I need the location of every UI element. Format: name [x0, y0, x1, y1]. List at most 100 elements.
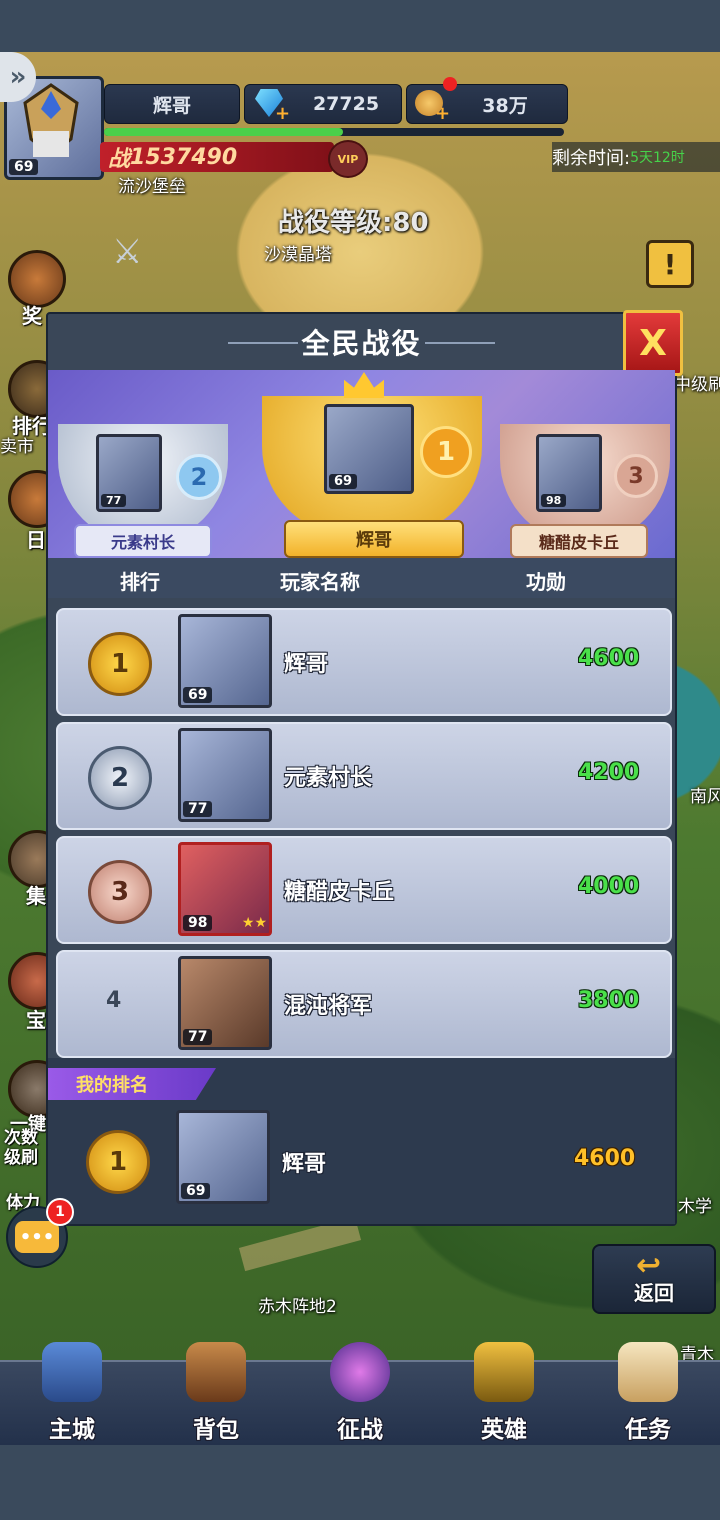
row-level: 69: [183, 687, 213, 703]
row-avatar[interactable]: 98 ★★: [178, 842, 272, 936]
add-gold-icon[interactable]: +: [435, 103, 450, 124]
my-player-name: 辉哥: [282, 1152, 327, 1177]
side-label-daily: 日: [26, 528, 46, 552]
player-level: 69: [9, 159, 39, 175]
row-level: 77: [183, 1029, 213, 1045]
table-row[interactable]: 2 77 元素村长 4200: [56, 722, 672, 830]
row-avatar[interactable]: 77: [178, 728, 272, 822]
map-label-wood-school[interactable]: 木学: [678, 1192, 712, 1217]
nav-battle[interactable]: 征战: [288, 1342, 432, 1448]
back-button[interactable]: ↩ 返回: [592, 1244, 716, 1314]
header-merit: 功勋: [526, 570, 566, 594]
crossed-swords-icon: ⚔: [112, 232, 143, 272]
row-level: 77: [183, 801, 213, 817]
exp-bar-fill: [104, 128, 344, 136]
nav-label-quest: 任务: [625, 1417, 671, 1443]
ranking-list[interactable]: 1 69 辉哥 4600 2 77 元素村长 4200 3 98 ★★ 糖醋皮卡丘…: [48, 598, 675, 1058]
nav-hero[interactable]: 英雄: [432, 1342, 576, 1448]
map-label-desert-tower[interactable]: 沙漠晶塔: [264, 240, 332, 265]
rank-2-badge-icon: 2: [176, 454, 222, 500]
player-name: 辉哥: [152, 94, 191, 117]
bottom-nav: 主城 背包 征战 英雄 任务: [0, 1342, 720, 1448]
gold-medal-icon: 1: [88, 632, 152, 696]
map-label-south[interactable]: 南风: [690, 782, 720, 807]
portal-icon: [330, 1342, 390, 1402]
nav-label-battle: 征战: [337, 1417, 383, 1443]
remaining-time: 剩余时间: 5天12时: [552, 142, 720, 172]
back-label: 返回: [634, 1281, 674, 1305]
rank-1-badge-icon: 1: [420, 426, 472, 478]
table-row[interactable]: 1 69 辉哥 4600: [56, 608, 672, 716]
gold-count: 38万: [482, 94, 528, 117]
podium-avatar-2[interactable]: 77: [96, 434, 162, 512]
podium-name-2: 元素村长: [74, 524, 212, 558]
diamond-box[interactable]: + 27725: [244, 84, 402, 124]
nav-main-city[interactable]: 主城: [0, 1342, 144, 1448]
diamond-count: 27725: [312, 93, 380, 115]
my-avatar[interactable]: 69: [176, 1110, 270, 1204]
table-row[interactable]: 4 77 混沌将军 3800: [56, 950, 672, 1058]
power-value: 1537490: [130, 144, 238, 170]
map-label-red-wood[interactable]: 赤木阵地2: [258, 1292, 337, 1317]
row-player-name: 糖醋皮卡丘: [284, 880, 395, 905]
castle-icon: [42, 1342, 102, 1402]
title-decoration-right: [425, 342, 495, 344]
star-rating-icon: ★★: [241, 915, 267, 931]
alert-icon[interactable]: !: [646, 240, 694, 288]
gold-medal-icon: 1: [86, 1130, 150, 1194]
helmet-icon: [474, 1342, 534, 1402]
vip-label: VIP: [337, 152, 359, 166]
power-prefix: 战: [108, 147, 131, 172]
row-merit: 4600: [578, 646, 640, 671]
my-rank-panel: 我的排名 1 69 辉哥 4600: [48, 1058, 675, 1224]
remaining-label: 剩余时间:: [552, 148, 631, 169]
row-player-name: 辉哥: [284, 652, 329, 677]
podium-avatar-1[interactable]: 69: [324, 404, 414, 494]
side-label-collect: 集: [26, 884, 46, 908]
dialog-title: 全民战役: [48, 314, 675, 370]
podium-level-3: 98: [541, 494, 567, 507]
chat-icon: •••: [15, 1221, 59, 1253]
title-decoration-left: [228, 342, 298, 344]
my-level: 69: [181, 1183, 211, 1199]
nav-backpack[interactable]: 背包: [144, 1342, 288, 1448]
row-player-name: 元素村长: [284, 766, 373, 791]
podium-avatar-3[interactable]: 98: [536, 434, 602, 512]
row-level: 98: [183, 915, 213, 931]
header-rank: 排行: [120, 570, 160, 594]
nav-label-backpack: 背包: [193, 1417, 239, 1443]
crown-icon: [344, 372, 384, 398]
podium-banner: 77 2 元素村长 69 1 辉哥 98 3 糖醋皮卡丘: [48, 370, 675, 558]
campaign-level-label: 战役等级:80: [278, 208, 429, 238]
vip-icon[interactable]: VIP: [328, 140, 368, 178]
close-icon: X: [639, 322, 667, 364]
exp-bar: [104, 128, 564, 136]
player-name-box: 辉哥: [104, 84, 240, 124]
silver-medal-icon: 2: [88, 746, 152, 810]
add-diamond-icon[interactable]: +: [275, 103, 290, 124]
podium-level-1: 69: [329, 474, 358, 489]
close-button[interactable]: X: [623, 310, 683, 376]
map-label-sand-fort: 流沙堡垒: [118, 177, 186, 197]
backpack-icon: [186, 1342, 246, 1402]
my-rank-tag: 我的排名: [48, 1068, 216, 1100]
row-merit: 3800: [578, 988, 640, 1013]
combat-power: 战 1537490: [100, 142, 334, 172]
podium-level-2: 77: [101, 494, 127, 507]
nav-quest[interactable]: 任务: [576, 1342, 720, 1448]
row-merit: 4200: [578, 760, 640, 785]
side-label-reward: 奖: [22, 304, 42, 328]
row-avatar[interactable]: 77: [178, 956, 272, 1050]
gold-box[interactable]: + 38万: [406, 77, 568, 124]
table-row[interactable]: 3 98 ★★ 糖醋皮卡丘 4000: [56, 836, 672, 944]
bronze-medal-icon: 3: [88, 860, 152, 924]
ranking-table-header: 排行 玩家名称 功勋: [48, 558, 675, 598]
scroll-icon: [618, 1342, 678, 1402]
my-rank-label: 我的排名: [76, 1075, 148, 1096]
side-label-treasure: 宝: [26, 1008, 46, 1032]
row-avatar[interactable]: 69: [178, 614, 272, 708]
side-label-sweep: 次数级刷: [4, 1128, 38, 1168]
my-merit: 4600: [574, 1146, 636, 1171]
podium-name-1: 辉哥: [284, 520, 464, 558]
row-player-name: 混沌将军: [284, 994, 373, 1019]
